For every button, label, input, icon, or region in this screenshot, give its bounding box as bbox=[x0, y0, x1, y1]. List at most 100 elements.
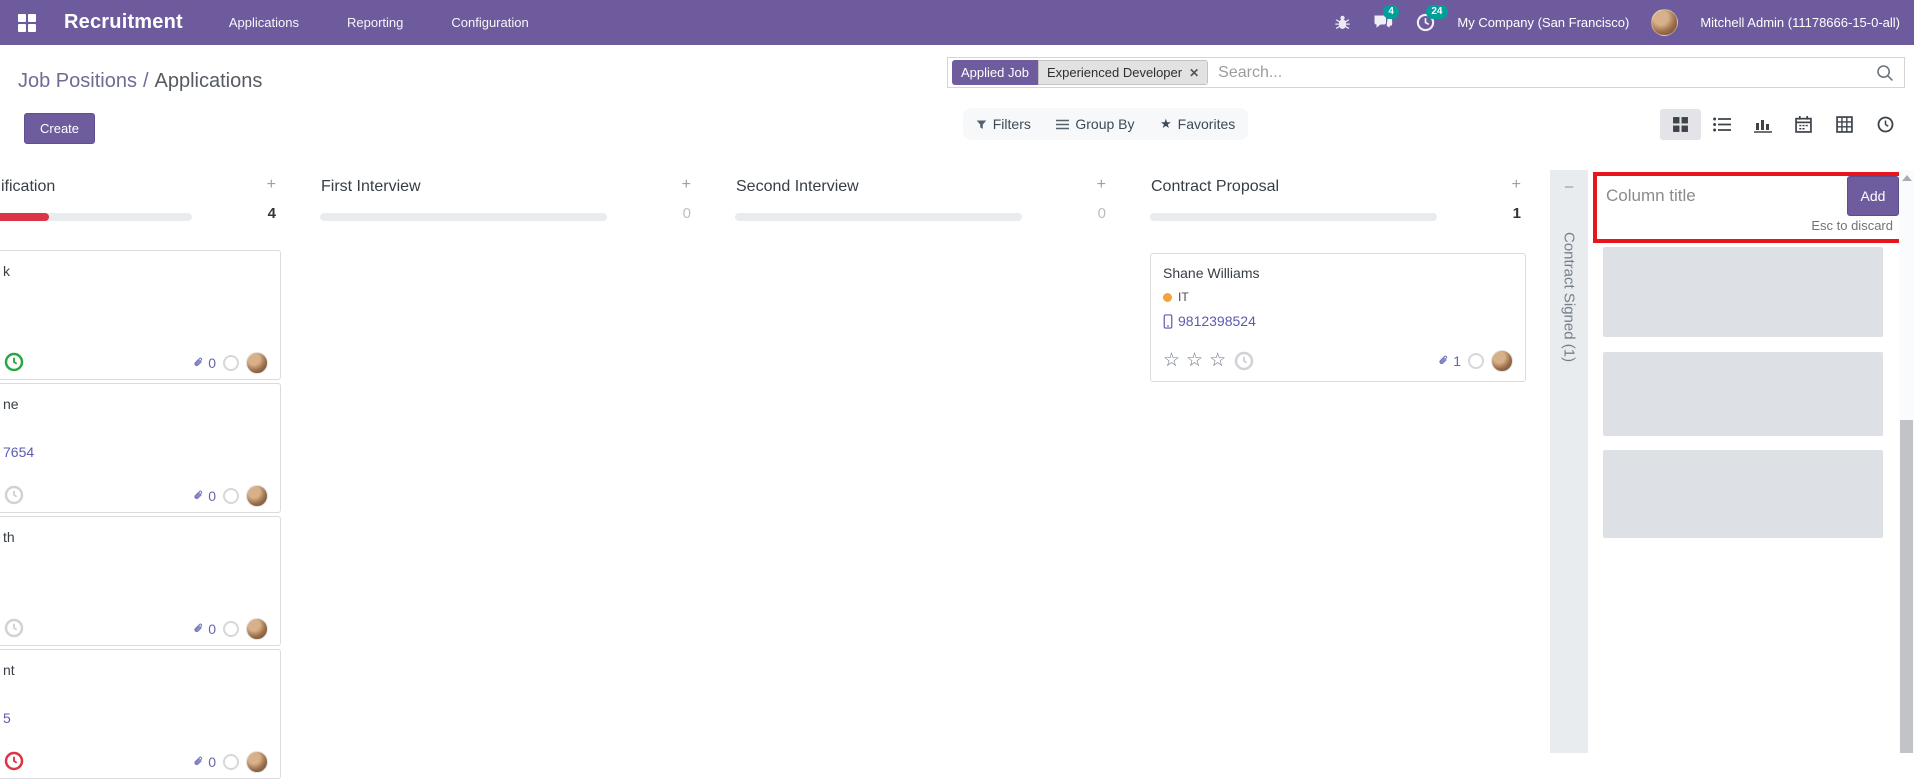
menu-reporting[interactable]: Reporting bbox=[347, 15, 403, 30]
column-title: ification bbox=[1, 178, 55, 196]
column-title: First Interview bbox=[321, 178, 421, 196]
top-navbar: Recruitment Applications Reporting Confi… bbox=[0, 0, 1914, 45]
applicant-phone[interactable]: 9812398524 bbox=[1163, 313, 1513, 329]
attachment-indicator: 0 bbox=[192, 754, 216, 770]
kanban-view: ification + 4 k 0 n bbox=[0, 170, 1914, 753]
create-button[interactable]: Create bbox=[24, 113, 95, 144]
view-pivot-button[interactable] bbox=[1824, 109, 1865, 140]
priority-stars[interactable]: ☆☆☆ bbox=[1163, 351, 1226, 371]
column-progressbar[interactable] bbox=[0, 213, 192, 221]
column-add-icon[interactable]: + bbox=[267, 176, 276, 194]
view-activity-button[interactable] bbox=[1865, 109, 1906, 140]
search-options-bar: Filters Group By ★ Favorites bbox=[963, 108, 1248, 140]
search-input[interactable] bbox=[1208, 64, 1876, 82]
column-add-icon[interactable]: + bbox=[1512, 176, 1521, 194]
breadcrumb: Job Positions/Applications bbox=[18, 70, 262, 93]
responsible-avatar bbox=[246, 751, 268, 773]
paperclip-icon bbox=[192, 489, 205, 503]
column-count: 1 bbox=[1513, 205, 1521, 222]
column-progressbar[interactable] bbox=[735, 213, 1022, 221]
star-icon: ☆ bbox=[1186, 351, 1203, 371]
column-count: 0 bbox=[683, 205, 691, 222]
annotation-highlight-box: Add Esc to discard bbox=[1593, 172, 1903, 243]
attachment-indicator: 0 bbox=[192, 621, 216, 637]
search-bar: Applied Job Experienced Developer ✕ bbox=[947, 57, 1905, 88]
funnel-icon bbox=[976, 119, 987, 130]
kanban-card[interactable]: ne 7654 0 bbox=[0, 383, 281, 513]
column-progressbar[interactable] bbox=[320, 213, 607, 221]
facet-label: Applied Job bbox=[952, 60, 1038, 85]
kanban-card[interactable]: nt 5 0 bbox=[0, 649, 281, 779]
app-brand[interactable]: Recruitment bbox=[64, 11, 183, 34]
breadcrumb-job-positions[interactable]: Job Positions bbox=[18, 70, 137, 92]
applicant-name: nt bbox=[3, 662, 15, 678]
kanban-state-icon[interactable] bbox=[223, 355, 239, 371]
activity-clock-icon[interactable] bbox=[4, 618, 24, 638]
responsible-avatar bbox=[246, 352, 268, 374]
activity-clock-icon[interactable] bbox=[4, 751, 24, 771]
mobile-icon bbox=[1163, 314, 1173, 329]
filters-button[interactable]: Filters bbox=[976, 116, 1031, 132]
applicant-name: th bbox=[3, 529, 15, 545]
activity-clock-icon[interactable] bbox=[4, 485, 24, 505]
kanban-card-shane-williams[interactable]: Shane Williams IT 9812398524 ☆☆☆ 1 bbox=[1150, 253, 1526, 382]
column-add-icon[interactable]: + bbox=[682, 176, 691, 194]
view-switcher bbox=[1660, 109, 1906, 140]
view-list-button[interactable] bbox=[1701, 109, 1742, 140]
group-by-icon bbox=[1056, 119, 1069, 130]
tag-it: IT bbox=[1163, 290, 1513, 304]
activities-icon[interactable]: 24 bbox=[1416, 13, 1435, 32]
user-menu[interactable]: Mitchell Admin (11178666-15-0-all) bbox=[1700, 15, 1900, 30]
column-count: 0 bbox=[1098, 205, 1106, 222]
paperclip-icon bbox=[1437, 354, 1450, 368]
activity-clock-icon[interactable] bbox=[4, 352, 24, 372]
column-progressbar[interactable] bbox=[1150, 213, 1437, 221]
unfold-icon[interactable]: – bbox=[1550, 178, 1588, 195]
kanban-state-icon[interactable] bbox=[223, 754, 239, 770]
view-calendar-button[interactable] bbox=[1783, 109, 1824, 140]
column-placeholder-block bbox=[1603, 450, 1883, 538]
activity-clock-icon[interactable] bbox=[1234, 351, 1254, 371]
kanban-card[interactable]: th 0 bbox=[0, 516, 281, 646]
responsible-avatar bbox=[246, 618, 268, 640]
column-add-icon[interactable]: + bbox=[1097, 176, 1106, 194]
applicant-phone[interactable]: 5 bbox=[3, 710, 11, 726]
apps-menu-icon[interactable] bbox=[18, 14, 36, 32]
debug-bug-icon[interactable] bbox=[1334, 14, 1351, 31]
kanban-card[interactable]: k 0 bbox=[0, 250, 281, 380]
activities-badge: 24 bbox=[1426, 5, 1447, 19]
facet-remove-icon[interactable]: ✕ bbox=[1189, 66, 1199, 80]
paperclip-icon bbox=[192, 356, 205, 370]
messages-badge: 4 bbox=[1383, 5, 1399, 19]
messages-icon[interactable]: 4 bbox=[1373, 13, 1394, 32]
star-icon: ☆ bbox=[1209, 351, 1226, 371]
search-icon[interactable] bbox=[1876, 64, 1894, 82]
group-by-button[interactable]: Group By bbox=[1056, 116, 1134, 132]
applicant-phone[interactable]: 7654 bbox=[3, 444, 34, 460]
column-title-input[interactable] bbox=[1597, 176, 1847, 216]
search-facet: Applied Job Experienced Developer ✕ bbox=[952, 60, 1208, 85]
kanban-state-icon[interactable] bbox=[1468, 353, 1484, 369]
column-title: Contract Proposal bbox=[1151, 178, 1279, 196]
user-avatar[interactable] bbox=[1651, 9, 1678, 36]
vertical-scrollbar[interactable] bbox=[1899, 170, 1914, 753]
breadcrumb-applications: Applications bbox=[155, 70, 263, 92]
responsible-avatar bbox=[246, 485, 268, 507]
star-icon: ★ bbox=[1160, 116, 1172, 132]
kanban-column-second-interview: Second Interview + 0 bbox=[735, 170, 1111, 230]
view-kanban-button[interactable] bbox=[1660, 109, 1701, 140]
scrollbar-up-icon[interactable] bbox=[1902, 175, 1912, 181]
folded-column-contract-signed[interactable]: – Contract Signed (1) bbox=[1550, 170, 1588, 753]
applicant-name: ne bbox=[3, 396, 19, 412]
kanban-state-icon[interactable] bbox=[223, 621, 239, 637]
company-switcher[interactable]: My Company (San Francisco) bbox=[1457, 15, 1629, 30]
menu-applications[interactable]: Applications bbox=[229, 15, 299, 30]
facet-value: Experienced Developer bbox=[1047, 65, 1182, 80]
kanban-state-icon[interactable] bbox=[223, 488, 239, 504]
add-column-button[interactable]: Add bbox=[1847, 176, 1899, 216]
view-graph-button[interactable] bbox=[1742, 109, 1783, 140]
menu-configuration[interactable]: Configuration bbox=[451, 15, 528, 30]
scrollbar-thumb[interactable] bbox=[1900, 420, 1913, 753]
esc-to-discard-hint: Esc to discard bbox=[1597, 216, 1899, 233]
favorites-button[interactable]: ★ Favorites bbox=[1160, 116, 1235, 132]
